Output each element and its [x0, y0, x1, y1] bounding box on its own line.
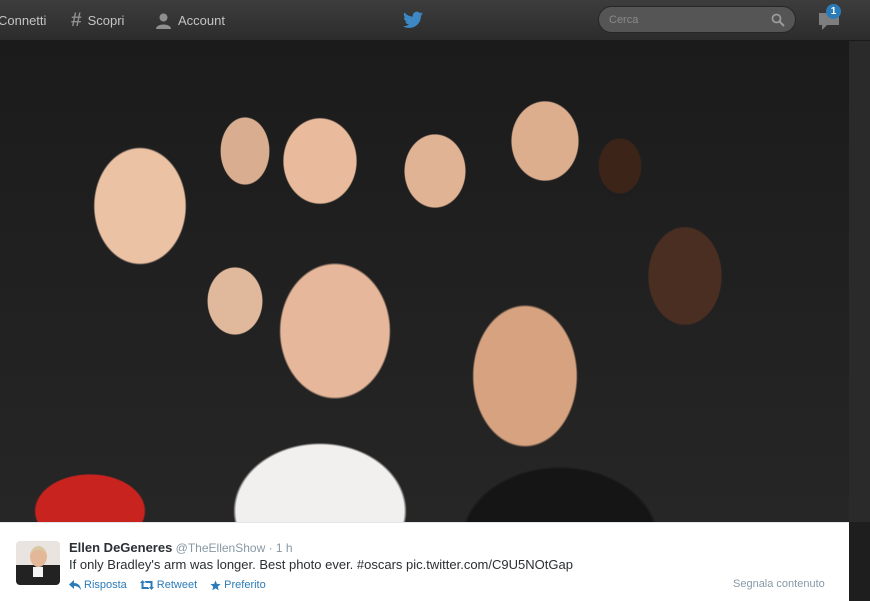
nav-account[interactable]: Account [155, 0, 225, 40]
group-selfie-photo[interactable] [0, 41, 849, 522]
search-icon[interactable] [771, 13, 785, 27]
tweet-header: Ellen DeGeneres @TheEllenShow · 1 h [69, 540, 293, 555]
hashtag-icon: # [71, 9, 82, 31]
avatar[interactable] [16, 541, 60, 585]
favorite-label: Preferito [224, 579, 266, 591]
messages-badge: 1 [826, 4, 841, 19]
avatar-collar [33, 567, 43, 577]
tweet-separator: · [268, 541, 273, 555]
favorite-button[interactable]: Preferito [210, 579, 266, 591]
tweet-card: Ellen DeGeneres @TheEllenShow · 1 h If o… [0, 522, 849, 601]
photo-sidebar-shade [849, 41, 870, 522]
nav-account-label: Account [178, 12, 225, 28]
retweet-button[interactable]: Retweet [139, 579, 198, 591]
reply-button[interactable]: Risposta [69, 579, 127, 591]
reply-label: Risposta [84, 579, 127, 591]
tweet-text: If only Bradley's arm was longer. Best p… [69, 557, 573, 572]
nav-connect[interactable]: Connetti [0, 0, 46, 40]
nav-discover-label: Scopri [87, 12, 125, 28]
twitter-bird-icon[interactable] [403, 11, 423, 29]
nav-connect-label: Connetti [0, 12, 47, 28]
person-icon [156, 13, 171, 29]
reply-icon [69, 580, 81, 590]
tweet-timestamp[interactable]: 1 h [276, 541, 293, 555]
tweet-handle[interactable]: @TheEllenShow [176, 541, 266, 555]
avatar-head [30, 546, 47, 567]
star-icon [210, 579, 221, 590]
report-content-link[interactable]: Segnala contenuto [733, 578, 825, 590]
tweet-actions: Risposta Retweet Preferito [69, 579, 266, 591]
search-input[interactable] [609, 13, 769, 26]
retweet-icon [139, 580, 154, 590]
top-navigation-bar: Connetti # Scopri Account 1 [0, 0, 870, 41]
tweet-fullname[interactable]: Ellen DeGeneres [69, 540, 172, 555]
nav-discover[interactable]: # Scopri [71, 0, 124, 40]
retweet-label: Retweet [156, 579, 198, 591]
search-box [598, 6, 796, 33]
